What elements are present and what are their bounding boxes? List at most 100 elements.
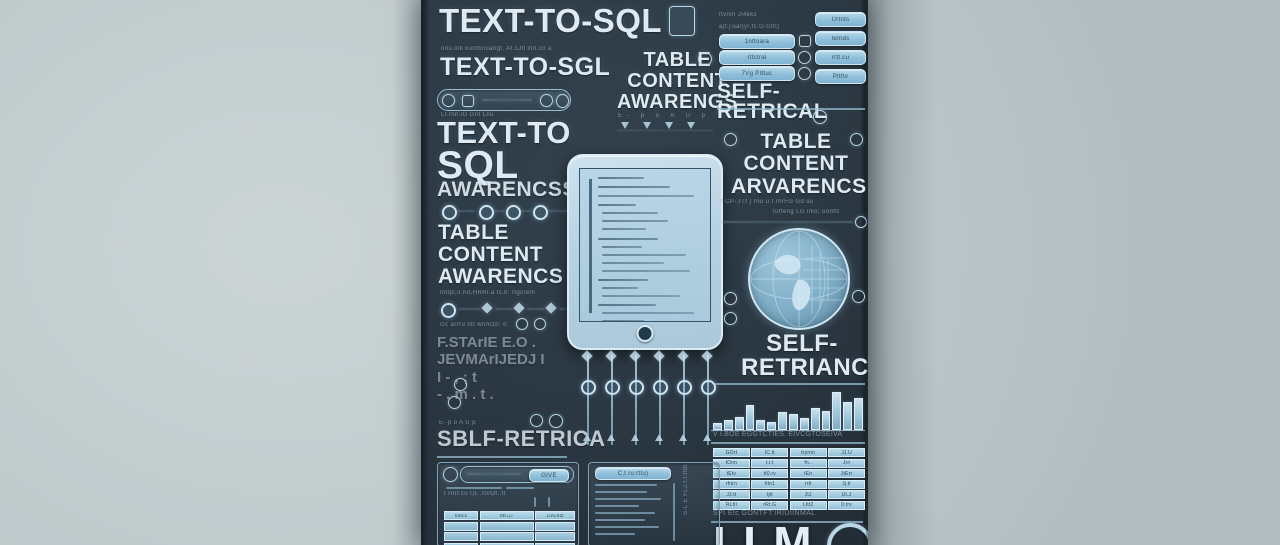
header-button-label-top: ftvnin Jl4kks (719, 12, 757, 18)
tablet-screen[interactable] (579, 168, 711, 322)
power-icon[interactable] (556, 93, 569, 108)
header-button-label-top2: ajf:j:ual)yr.tc:G:Gltt) (719, 24, 780, 30)
image-icon[interactable] (462, 94, 474, 107)
chart-bar (767, 422, 777, 430)
plus-icon[interactable] (798, 67, 811, 80)
header-button-right-1[interactable]: Urtnts (815, 12, 866, 27)
left-scribble-text: F.STArIE E.O . JEVMArIJEDJ I I - , ; t -… (437, 334, 545, 403)
caption-under-title: nnu.litk kunttcniangt. Af.cJfl inlt.cn a (441, 46, 552, 52)
badge-d-icon (443, 467, 458, 482)
circle-logo-icon (827, 523, 868, 545)
settings-icon[interactable] (454, 378, 467, 391)
enter-icon[interactable] (799, 35, 811, 47)
poster-left-block: TABLE CONTENT AWARENCS (438, 221, 564, 289)
wall-shadow-right (866, 0, 936, 545)
table-cell: Jj.tr (828, 479, 865, 489)
poster-left-edge (421, 0, 430, 545)
card-search-bar[interactable]: GIVE (460, 466, 574, 483)
card-subtext: I rrnt:co t)L .r0/Ot..tt (444, 491, 506, 497)
card-header-chip[interactable]: C,t ru:rttu) (595, 467, 671, 480)
poster-title-main: TEXT-TO-SQL (439, 2, 663, 39)
header-button-right-2[interactable]: temds (815, 31, 866, 46)
chart-bar (723, 419, 733, 430)
search-input[interactable] (482, 99, 532, 101)
infographic-poster: TEXT-TO-SQL nnu.litk kunttcniangt. Af.cJ… (421, 0, 868, 545)
chart-title: V I.BOE EGGTCTIES. EIVCGTOSEIVA (713, 431, 843, 438)
table-cell: tt0.rv (751, 469, 789, 479)
card-table-cell (535, 532, 576, 542)
caption-misc-left: Gc arrru ntt wnnrzn: o (440, 322, 507, 328)
tablet-home-button[interactable] (636, 325, 654, 342)
table-cell: Ut.J (828, 490, 865, 500)
bottom-word: LLM (713, 517, 814, 545)
table-cell: JtErr (828, 469, 865, 479)
table-cell: JJ.U (828, 448, 865, 457)
card-table-cell: tnttc2 (444, 511, 478, 520)
card-table-cell: LtALttt2 (535, 511, 576, 520)
chart-bar (778, 412, 788, 430)
dot-icon-2[interactable] (724, 312, 737, 325)
caption-center-nodes: E- p o A U p (618, 113, 711, 119)
globe-icon (748, 228, 850, 330)
scene-root: TEXT-TO-SQL nnu.litk kunttcniangt. Af.cJ… (0, 0, 1280, 545)
dot-icon-1[interactable] (724, 292, 737, 305)
dot-icon-3[interactable] (852, 290, 865, 303)
table-cell: Ijtt (751, 490, 789, 500)
data-table[interactable]: GOrt IC.tt tryrnn JJ.U tOnn t.r.t fn.. Jrn tEtv t… (713, 448, 865, 510)
table-cell: JtJ (789, 490, 827, 500)
table-cell: tryrnn (789, 448, 827, 457)
table-cell: rrtt (789, 479, 827, 489)
table-cell: 0.trv (828, 500, 865, 510)
card-mini-table[interactable]: tnttc2 tttt.u.r LtALttt2 (444, 511, 576, 545)
header-button-right-3[interactable]: rrtt.cu (815, 50, 866, 65)
self-retrical-label: SELF-RETRICAL (717, 80, 828, 124)
card-table-cell (444, 521, 478, 531)
card-search-value[interactable] (467, 473, 521, 476)
chart-bar (799, 417, 809, 430)
card-table-cell (479, 521, 534, 531)
card-table-cell (535, 521, 576, 531)
bell-icon[interactable] (798, 51, 811, 64)
clock-icon[interactable] (534, 318, 546, 330)
card-action-button[interactable]: GIVE (529, 469, 569, 482)
card-table-cell (444, 532, 478, 542)
chart-bar (713, 422, 722, 430)
table-cell: t.r.t (751, 458, 789, 468)
chart-bar (745, 404, 755, 430)
header-button-left-3[interactable]: 7Vg PIttuc (719, 66, 795, 81)
gear-icon[interactable] (516, 318, 528, 330)
self-retrica-low-label: SBLF-RETRICA (437, 426, 606, 451)
bottom-right-card[interactable]: C,t ru:rttu) S-L.E FLJ.t.t:rtth (588, 462, 720, 545)
header-button-left-2[interactable]: rttctral (719, 50, 795, 65)
chart-bar (734, 417, 744, 430)
chart-bar (756, 420, 766, 430)
chart-bar (821, 411, 831, 430)
table-cell: Lltt2 (789, 500, 827, 510)
caption-under-left-block: mttpi;o.hrLHRRi:a tc.h: rtgcrem (440, 290, 536, 296)
chart-bar (854, 397, 864, 430)
bottom-left-card[interactable]: GIVE I rrnt:co t)L .r0/Ot..tt tnttc2 tttt… (437, 462, 579, 545)
tablet-device[interactable] (567, 154, 723, 350)
chart-bar (789, 414, 798, 430)
chart-bar (832, 392, 842, 430)
card-table-cell: tttt.u.r (479, 511, 534, 520)
poster-title-repeat: TEXT-TO-SGL (440, 53, 611, 81)
refresh-icon[interactable] (442, 94, 455, 107)
eye-icon[interactable] (540, 94, 553, 107)
caption-under-right-block: f CP-,rTf ) rnu u.t rhrFG Gd uu (721, 199, 814, 205)
card-side-label: S-L.E FLJ.t.t:rtth (683, 464, 689, 515)
self-retriancy-label: SELF- RETRIANCY (741, 330, 868, 381)
chart-bar (810, 407, 820, 430)
poster-title-stack-3: AWARENCSS (437, 178, 577, 201)
header-button-left-1[interactable]: 1nttoara (719, 34, 795, 49)
poster-right-block: TABLE CONTENT ARVARENCS (731, 130, 867, 198)
target-icon[interactable] (448, 396, 461, 409)
bar-chart (713, 388, 864, 430)
link-icon[interactable] (813, 110, 827, 124)
table-cell: tEn (789, 469, 827, 479)
refresh-icon-right[interactable] (855, 216, 867, 228)
card-table-cell (479, 532, 534, 542)
table-cell: IC.tt (751, 448, 789, 457)
search-bar[interactable] (437, 89, 571, 111)
chart-bar (843, 401, 853, 430)
